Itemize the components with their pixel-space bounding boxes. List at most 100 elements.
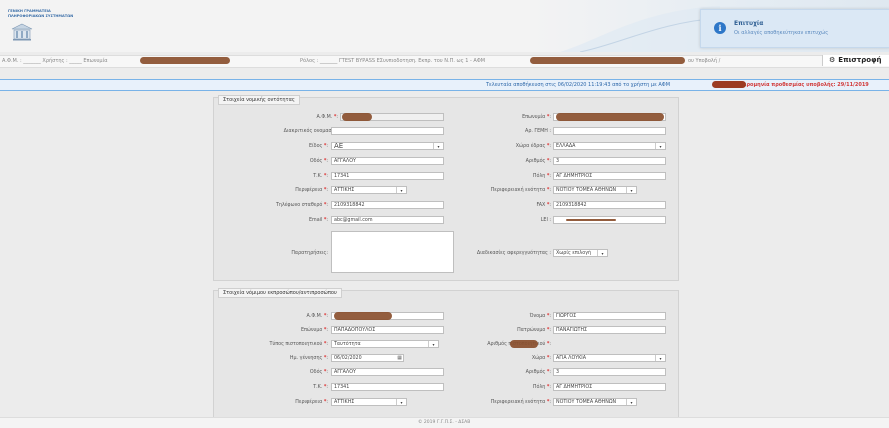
region-label: Περιφέρεια *:	[295, 188, 328, 193]
street-label: Οδός *:	[309, 159, 328, 164]
chevron-down-icon: ▾	[428, 341, 438, 347]
rep-street-field[interactable]: ΑΓΓΑΛΟΥ	[331, 368, 444, 376]
section-title: Στοιχεία νόμιμου εκπροσώπου/αντιπροσώπου	[218, 288, 342, 298]
company-name-label: Επωνυμία *:	[522, 115, 551, 120]
insolvency-label: Διαδικασίες αφερεγγυότητας :	[476, 251, 551, 256]
afm-label: Α.Φ.Μ. *:	[316, 115, 338, 120]
back-button[interactable]: ⚙ Επιστροφή	[822, 55, 889, 66]
redaction	[566, 219, 616, 221]
submission-text: ου Υποβολή /	[688, 58, 721, 64]
chevron-down-icon: ▾	[626, 187, 636, 193]
logo-line2: ΠΛΗΡΟΦΟΡΙΑΚΩΝ ΣΥΣΤΗΜΑΤΩΝ	[8, 13, 74, 18]
notes-label: Παρατηρήσεις:	[291, 251, 328, 256]
notification-title: Επιτυχία	[734, 20, 764, 27]
gear-icon: ⚙	[829, 56, 836, 64]
rep-afm-label: Α.Φ.Μ. *:	[306, 314, 328, 319]
rep-street-label: Οδός *:	[309, 370, 328, 375]
surname-field[interactable]: ΠΑΠΑΔΟΠΟΥΛΟΣ	[331, 326, 444, 334]
fax-field[interactable]: 2109318842	[553, 201, 666, 209]
email-field[interactable]: abc@gmail.com	[331, 216, 444, 224]
chevron-down-icon: ▾	[396, 399, 406, 405]
redaction	[140, 57, 230, 64]
zip-label: Τ.Κ. *:	[313, 174, 328, 179]
chevron-down-icon: ▾	[433, 143, 443, 149]
info-icon: i	[714, 22, 726, 34]
header-wave	[560, 6, 720, 52]
rep-country-label: Χώρα *:	[531, 356, 551, 361]
rep-country-select[interactable]: ΑΓΙΑ ΛΟΥΚΙΑ ▾	[553, 354, 666, 362]
section-title: Στοιχεία νομικής οντότητας	[218, 95, 300, 105]
city-label: Πόλη *:	[532, 174, 551, 179]
rep-region-select[interactable]: ΑΤΤΙΚΗΣ ▾	[331, 398, 407, 406]
father-name-field[interactable]: ΠΑΝΑΓΙΩΤΗΣ	[553, 326, 666, 334]
legal-representative-section: Στοιχεία νόμιμου εκπροσώπου/αντιπροσώπου…	[213, 288, 679, 422]
type-label: Είδος *:	[308, 144, 328, 149]
legal-entity-section: Στοιχεία νομικής οντότητας Α.Φ.Μ. *: Επω…	[213, 95, 679, 281]
redaction	[556, 113, 664, 121]
zip-field[interactable]: 17341	[331, 172, 444, 180]
lei-label: LEI :	[540, 218, 551, 223]
type-select[interactable]: ΑΕ ▾	[331, 142, 444, 150]
father-name-label: Πατρώνυμο *:	[517, 328, 551, 333]
phone-label: Τηλέφωνο σταθερό *:	[276, 203, 328, 208]
region-select[interactable]: ΑΤΤΙΚΗΣ ▾	[331, 186, 407, 194]
gemi-field[interactable]	[553, 127, 666, 135]
rep-regional-unit-select[interactable]: ΝΟΤΙΟΥ ΤΟΜΕΑ ΑΘΗΝΩΝ ▾	[553, 398, 637, 406]
phone-field[interactable]: 2109318842	[331, 201, 444, 209]
user-role-text: Ρόλος : _______ ΓΤΕST ΒΥΡΑSS ΕΣυνπιοδοτη…	[300, 58, 486, 64]
deadline-text: μερομηνία προθεσμίας υποβολής: 29/11/201…	[740, 81, 869, 88]
city-field[interactable]: ΑΓ ΔΗΜΗΤΡΙΟΣ	[553, 172, 666, 180]
chevron-down-icon: ▾	[626, 399, 636, 405]
id-type-label: Τύπος πιστοποιητικού *:	[269, 342, 328, 347]
rep-zip-label: Τ.Κ. *:	[313, 385, 328, 390]
chevron-down-icon: ▾	[396, 187, 406, 193]
dob-field[interactable]: 06/02/2020 ▦	[331, 354, 404, 362]
redaction	[530, 57, 685, 64]
regional-unit-label: Περιφερειακή ενότητα *:	[490, 188, 551, 193]
notes-textarea[interactable]	[331, 231, 454, 273]
rep-number-field[interactable]: 3	[553, 368, 666, 376]
chevron-down-icon: ▾	[597, 250, 607, 256]
rep-city-field[interactable]: ΑΓ ΔΗΜΗΤΡΙΟΣ	[553, 383, 666, 391]
fax-label: FAX *:	[536, 203, 551, 208]
logo-text: ΓΕΝΙΚΗ ΓΡΑΜΜΑΤΕΙΑ ΠΛΗΡΟΦΟΡΙΑΚΩΝ ΣΥΣΤΗΜΑΤ…	[8, 9, 73, 18]
country-select[interactable]: ΕΛΛΑΔΑ ▾	[553, 142, 666, 150]
insolvency-select[interactable]: Χωρίς επιλογή ▾	[553, 249, 608, 257]
rep-city-label: Πόλη *:	[532, 385, 551, 390]
footer: © 2019 Γ.Γ.Π.Σ. - ΔΣΑΒ	[0, 417, 889, 428]
rep-regional-unit-label: Περιφερειακή ενότητα *:	[490, 400, 551, 405]
chevron-down-icon: ▾	[655, 143, 665, 149]
redaction	[510, 340, 538, 348]
email-label: Email *:	[309, 218, 328, 223]
distinctive-title-label: Διακριτικός ονομασία:	[283, 129, 338, 134]
rep-region-label: Περιφέρεια *:	[295, 400, 328, 405]
redaction	[342, 113, 372, 121]
first-name-label: Όνομα *:	[529, 314, 551, 319]
surname-label: Επώνυμο *:	[300, 328, 328, 333]
back-button-label: Επιστροφή	[838, 56, 882, 64]
last-saved-text: Τελευταία αποθήκευση στις 06/02/2020 11:…	[486, 81, 671, 88]
rep-number-label: Αριθμός *:	[525, 370, 551, 375]
rep-zip-field[interactable]: 17341	[331, 383, 444, 391]
building-icon	[11, 23, 33, 41]
user-afm-text: Α.Φ.Μ. : _______ Χρήστης : _____ Επωνυμί…	[2, 58, 108, 64]
footer-text: © 2019 Γ.Γ.Π.Σ. - ΔΣΑΒ	[418, 420, 471, 425]
distinctive-title-field[interactable]	[331, 127, 444, 135]
number-label: Αριθμός *:	[525, 159, 551, 164]
number-field[interactable]: 3	[553, 157, 666, 165]
notification-message: Οι αλλαγές αποθηκεύτηκαν επιτυχώς	[734, 30, 829, 36]
success-notification[interactable]: i Επιτυχία Οι αλλαγές αποθηκεύτηκαν επιτ…	[700, 9, 889, 48]
street-field[interactable]: ΑΓΓΑΛΟΥ	[331, 157, 444, 165]
redaction	[712, 81, 746, 88]
calendar-icon[interactable]: ▦	[397, 355, 402, 361]
country-label: Χώρα έδρας *:	[515, 144, 551, 149]
gemi-label: Αρ. ΓΕΜΗ :	[525, 129, 551, 134]
chevron-down-icon: ▾	[655, 355, 665, 361]
id-type-select[interactable]: Ταυτότητα ▾	[331, 340, 439, 348]
dob-label: Ημ. γέννησης *:	[289, 356, 328, 361]
redaction	[334, 312, 392, 320]
first-name-field[interactable]: ΓΙΩΡΓΟΣ	[553, 312, 666, 320]
regional-unit-select[interactable]: ΝΟΤΙΟΥ ΤΟΜΕΑ ΑΘΗΝΩΝ ▾	[553, 186, 637, 194]
user-info-bar: Α.Φ.Μ. : _______ Χρήστης : _____ Επωνυμί…	[0, 55, 889, 68]
last-saved-bar: Τελευταία αποθήκευση στις 06/02/2020 11:…	[0, 79, 889, 91]
